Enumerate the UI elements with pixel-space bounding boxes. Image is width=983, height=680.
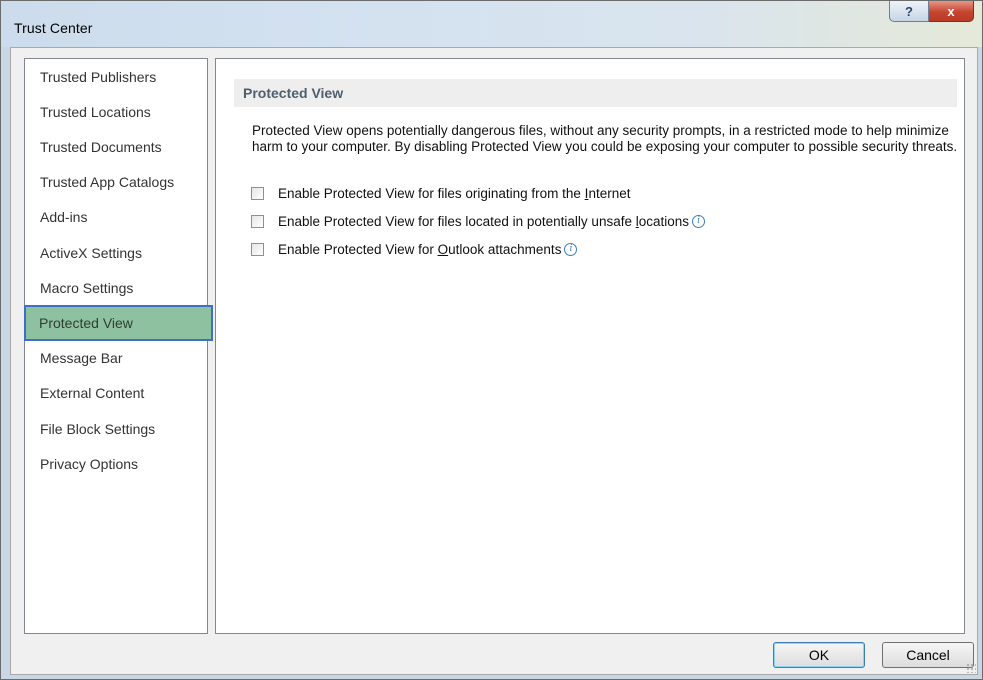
nav-item-file-block-settings[interactable]: File Block Settings xyxy=(27,413,205,445)
help-button[interactable]: ? xyxy=(889,1,929,22)
resize-grip-icon[interactable] xyxy=(966,663,976,673)
nav-item-add-ins[interactable]: Add-ins xyxy=(27,201,205,233)
nav-item-external-content[interactable]: External Content xyxy=(27,377,205,409)
nav-item-trusted-publishers[interactable]: Trusted Publishers xyxy=(27,61,205,93)
option-label: Enable Protected View for files originat… xyxy=(278,185,631,201)
settings-panel: Protected View Protected View opens pote… xyxy=(215,58,965,634)
nav-item-macro-settings[interactable]: Macro Settings xyxy=(27,272,205,304)
nav-item-message-bar[interactable]: Message Bar xyxy=(27,342,205,374)
cancel-button[interactable]: Cancel xyxy=(882,642,974,668)
question-mark-icon: ? xyxy=(905,3,913,19)
info-icon[interactable]: i xyxy=(564,242,578,256)
checkbox-outlook-attachments[interactable] xyxy=(251,242,264,256)
nav-item-trusted-app-catalogs[interactable]: Trusted App Catalogs xyxy=(27,166,205,198)
option-unsafe-locations[interactable]: Enable Protected View for files located … xyxy=(251,211,706,231)
nav-item-protected-view[interactable]: Protected View xyxy=(26,307,211,339)
option-label: Enable Protected View for files located … xyxy=(278,213,690,229)
nav-item-trusted-documents[interactable]: Trusted Documents xyxy=(27,131,205,163)
caption-buttons: ? x xyxy=(889,1,974,22)
checkbox-internet-files[interactable] xyxy=(251,186,264,200)
close-button[interactable]: x xyxy=(929,1,974,22)
nav-item-trusted-locations[interactable]: Trusted Locations xyxy=(27,96,205,128)
option-label: Enable Protected View for Outlook attach… xyxy=(278,241,562,257)
section-description: Protected View opens potentially dangero… xyxy=(252,123,958,154)
nav-item-privacy-options[interactable]: Privacy Options xyxy=(27,448,205,480)
close-icon: x xyxy=(947,3,955,19)
option-internet-files[interactable]: Enable Protected View for files originat… xyxy=(251,183,630,203)
window-title: Trust Center xyxy=(14,20,93,36)
section-header: Protected View xyxy=(234,79,957,107)
trust-center-dialog: Trust Center ? x Trusted Publishers Trus… xyxy=(0,0,983,680)
info-icon[interactable]: i xyxy=(692,214,706,228)
nav-item-activex-settings[interactable]: ActiveX Settings xyxy=(27,237,205,269)
dialog-body: Trusted Publishers Trusted Locations Tru… xyxy=(10,47,978,675)
option-outlook-attachments[interactable]: Enable Protected View for Outlook attach… xyxy=(251,239,578,259)
category-list: Trusted Publishers Trusted Locations Tru… xyxy=(24,58,211,634)
title-bar[interactable]: Trust Center ? x xyxy=(1,1,982,47)
ok-button[interactable]: OK xyxy=(773,642,865,668)
checkbox-unsafe-locations[interactable] xyxy=(251,214,264,228)
